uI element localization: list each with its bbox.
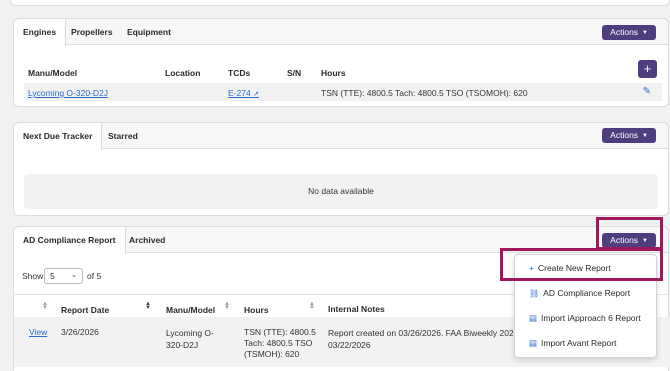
- tab-archived[interactable]: Archived: [120, 227, 174, 253]
- file-import-icon: ▤: [529, 313, 538, 323]
- engine-model-link[interactable]: Lycoming O-320-D2J: [28, 88, 108, 98]
- link-icon: ⛓: [529, 289, 540, 298]
- menu-item-import-avant[interactable]: ▤ Import Avant Report: [529, 338, 616, 349]
- col-sn: S/N: [287, 68, 302, 78]
- add-engine-button[interactable]: +: [638, 60, 657, 78]
- tab-equipment[interactable]: Equipment: [118, 19, 180, 45]
- tab-starred[interactable]: Starred: [99, 123, 147, 149]
- engines-tabbar: Engines Propellers Equipment Actions ▼: [14, 19, 668, 46]
- tab-engines[interactable]: Engines: [14, 19, 67, 46]
- col-location: Location: [165, 68, 201, 78]
- col-ad-hours[interactable]: Hours: [244, 305, 269, 315]
- col-report-date[interactable]: Report Date: [61, 305, 109, 315]
- show-label: Show: [22, 271, 44, 281]
- highlight-actions-button: [596, 217, 663, 250]
- file-import-icon: ▤: [529, 338, 538, 348]
- col-tcds: TCDs: [228, 68, 251, 78]
- col-manu-model: Manu/Model: [28, 68, 78, 78]
- engine-hours: TSN (TTE): 4800.5 Tach: 4800.5 TSO (TSOM…: [321, 88, 528, 98]
- highlight-create-new-report: [500, 248, 663, 281]
- engines-actions-button[interactable]: Actions ▼: [602, 25, 656, 40]
- page-size-select[interactable]: 5 ⌄: [44, 268, 83, 284]
- sort-icon[interactable]: ▲ ▼: [309, 301, 315, 311]
- report-hours: TSN (TTE): 4800.5 Tach: 4800.5 TSO (TSMOH)…: [244, 327, 316, 359]
- view-report-link[interactable]: View: [29, 327, 47, 337]
- empty-state: No data available: [24, 174, 658, 209]
- tcd-link[interactable]: E-274 ↗: [228, 88, 259, 98]
- external-link-icon: ↗: [253, 91, 259, 98]
- report-model: Lycoming O- 320-D2J: [166, 328, 214, 350]
- sort-icon[interactable]: ▲ ▼: [224, 301, 230, 311]
- col-hours: Hours: [321, 68, 346, 78]
- col-ad-manu-model[interactable]: Manu/Model: [166, 305, 215, 315]
- chevron-down-icon: ⌄: [71, 272, 77, 279]
- caret-down-icon: ▼: [642, 133, 648, 139]
- tab-ad-compliance-report[interactable]: AD Compliance Report: [14, 227, 126, 254]
- tracker-card: Next Due Tracker Starred Actions ▼ No dat…: [13, 122, 669, 216]
- sort-icon[interactable]: ▲ ▼: [42, 301, 48, 311]
- tab-next-due-tracker[interactable]: Next Due Tracker: [14, 123, 103, 150]
- caret-down-icon: ▼: [642, 30, 648, 36]
- previous-card-edge: [10, 0, 670, 6]
- edit-icon[interactable]: ✎: [643, 86, 651, 97]
- engines-card: Engines Propellers Equipment Actions ▼ + …: [13, 18, 669, 107]
- tracker-tabbar: Next Due Tracker Starred Actions ▼: [14, 123, 668, 150]
- report-notes: Report created on 03/26/2026. FAA Biweek…: [328, 328, 513, 350]
- tracker-actions-button[interactable]: Actions ▼: [602, 128, 656, 143]
- of-total-label: of 5: [87, 271, 102, 281]
- sort-desc-icon[interactable]: ▲ ▼: [145, 301, 151, 311]
- tab-propellers[interactable]: Propellers: [62, 19, 122, 45]
- menu-item-ad-compliance-report[interactable]: ⛓ AD Compliance Report: [529, 288, 630, 298]
- col-internal-notes[interactable]: Internal Notes: [328, 304, 385, 314]
- menu-item-import-iapproach[interactable]: ▤ Import iApproach 6 Report: [529, 313, 641, 324]
- report-date: 3/26/2026: [61, 327, 99, 337]
